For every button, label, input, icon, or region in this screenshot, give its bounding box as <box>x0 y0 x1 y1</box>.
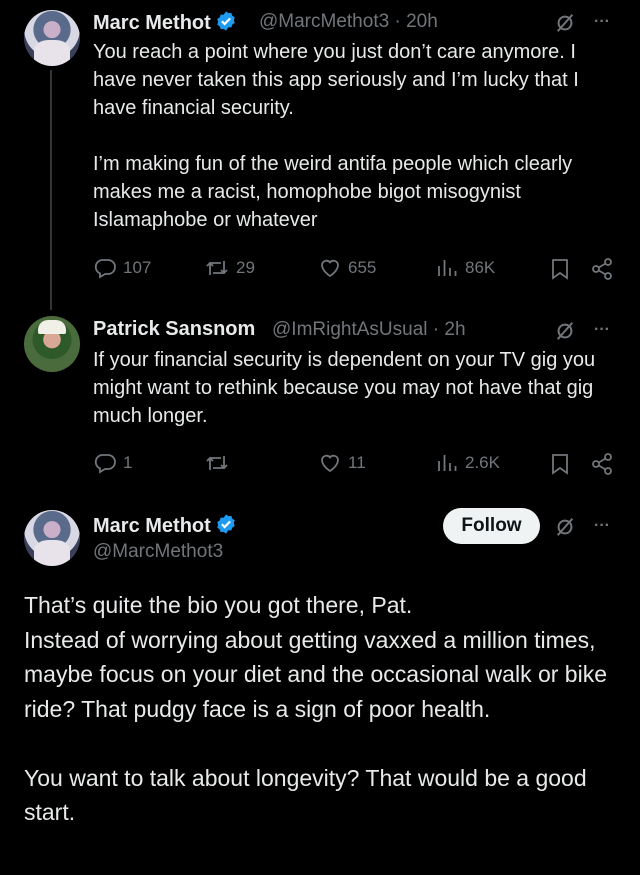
like-count: 11 <box>348 453 366 472</box>
repost-button[interactable] <box>204 451 236 475</box>
tweet-text: If your financial security is dependent … <box>93 346 623 430</box>
repost-icon <box>206 456 228 470</box>
repost-count: 29 <box>236 258 255 277</box>
bookmark-button[interactable] <box>547 256 573 282</box>
author-name[interactable]: Marc Methot <box>93 10 237 35</box>
reply-count: 1 <box>123 453 133 472</box>
views-button[interactable]: 2.6K <box>435 451 500 475</box>
more-icon[interactable]: ··· <box>588 318 616 342</box>
author-handle: @ImRightAsUsual <box>272 319 428 340</box>
repost-icon <box>206 261 228 275</box>
avatar-marc-methot[interactable] <box>24 10 80 66</box>
tweet-paragraph: That’s quite the bio you got there, Pat. <box>24 592 413 618</box>
reply-icon <box>94 259 116 279</box>
verified-badge-icon <box>217 11 235 31</box>
like-count: 655 <box>348 258 377 277</box>
share-button[interactable] <box>589 256 615 282</box>
tweet-paragraph: You reach a point where you just don’t c… <box>93 41 579 119</box>
grok-slash-icon[interactable] <box>552 10 578 36</box>
follow-button[interactable]: Follow <box>443 508 540 544</box>
share-icon <box>592 453 612 475</box>
tweet-text: You reach a point where you just don’t c… <box>93 38 623 234</box>
author-handle: @MarcMethot3 <box>259 11 390 32</box>
separator-dot: · <box>394 11 401 32</box>
views-button[interactable]: 86K <box>435 256 495 280</box>
author-name[interactable]: Marc Methot <box>93 513 237 538</box>
author-handle-time[interactable]: @ImRightAsUsual · 2h <box>272 319 466 341</box>
tweet-paragraph: I’m making fun of the weird antifa peopl… <box>93 153 573 231</box>
verified-badge-icon <box>217 514 235 534</box>
like-button[interactable]: 655 <box>318 256 376 280</box>
share-button[interactable] <box>589 451 615 477</box>
timestamp: 20h <box>406 11 438 32</box>
focused-tweet-text: That’s quite the bio you got there, Pat.… <box>24 588 624 830</box>
share-icon <box>592 258 612 280</box>
reply-button[interactable]: 107 <box>93 256 151 280</box>
views-count: 86K <box>465 258 496 277</box>
more-icon[interactable]: ··· <box>588 10 616 34</box>
views-icon <box>438 455 457 471</box>
grok-slash-icon[interactable] <box>552 514 578 540</box>
author-name[interactable]: Patrick Sansnom <box>93 318 255 341</box>
more-icon[interactable]: ··· <box>588 514 616 538</box>
grok-slash-icon[interactable] <box>552 318 578 344</box>
tweet-paragraph: Instead of worrying about getting vaxxed… <box>24 626 607 722</box>
avatar-patrick-sansnom[interactable] <box>24 316 80 372</box>
reply-button[interactable]: 1 <box>93 451 132 475</box>
author-handle-time[interactable]: @MarcMethot3 · 20h <box>259 11 438 33</box>
thread-connector-line <box>50 70 52 310</box>
reply-count: 107 <box>123 258 152 277</box>
like-icon <box>321 259 339 278</box>
bookmark-icon <box>552 454 568 475</box>
avatar-marc-methot[interactable] <box>24 510 80 566</box>
like-icon <box>321 454 339 473</box>
tweet-paragraph: If your financial security is dependent … <box>93 349 596 427</box>
reply-icon <box>94 454 116 474</box>
bookmark-button[interactable] <box>547 451 573 477</box>
timestamp: 2h <box>444 319 466 340</box>
tweet-paragraph: You want to talk about longevity? That w… <box>24 764 587 826</box>
views-count: 2.6K <box>465 453 500 472</box>
like-button[interactable]: 11 <box>318 451 366 475</box>
views-icon <box>438 260 457 276</box>
repost-button[interactable]: 29 <box>204 256 255 280</box>
separator-dot: · <box>432 319 440 340</box>
author-handle[interactable]: @MarcMethot3 <box>93 541 223 563</box>
bookmark-icon <box>552 259 568 280</box>
